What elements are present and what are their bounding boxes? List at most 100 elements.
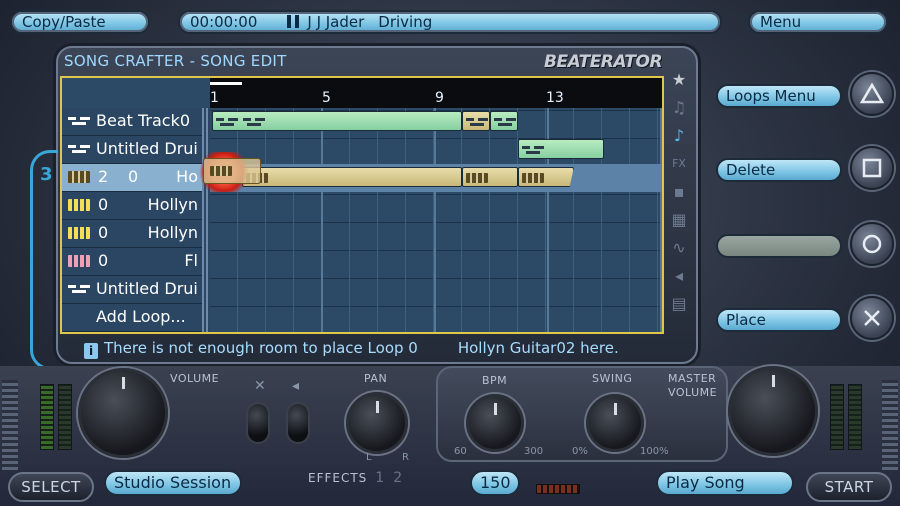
cross-icon: [864, 310, 880, 326]
keys-icon-pink: [68, 255, 90, 267]
volume-knob[interactable]: [78, 368, 168, 458]
effect-toggle-2[interactable]: [286, 402, 310, 444]
square-icon: [862, 158, 882, 178]
status-text-2: Hollyn Guitar02 here.: [457, 339, 619, 357]
mute-icon: ✕: [254, 378, 266, 394]
grid-icon[interactable]: ▤: [668, 294, 690, 314]
track-row[interactable]: 0 Fl: [62, 248, 202, 276]
start-button[interactable]: START: [806, 472, 892, 502]
track-name: Fl: [184, 251, 198, 270]
master-label: MASTER: [668, 372, 717, 385]
keys-icon: [210, 166, 232, 176]
keys-mode-icon[interactable]: ▦: [668, 210, 690, 230]
bpm-knob[interactable]: [466, 394, 524, 452]
studio-session-button[interactable]: Studio Session: [104, 470, 242, 496]
loop-clip[interactable]: [490, 111, 518, 131]
drum-pad-icon[interactable]: ▪: [668, 182, 690, 202]
timeline-ruler[interactable]: 1 5 9 13: [210, 78, 662, 108]
bpm-min: 60: [454, 446, 467, 457]
circle-button[interactable]: [850, 222, 894, 266]
speaker-icon: ◂: [292, 378, 300, 394]
track-name: Beat Track0: [96, 111, 191, 130]
track-row[interactable]: Untitled Drui: [62, 276, 202, 304]
drum-icon: [522, 145, 544, 155]
speaker-grille-left: [2, 380, 18, 470]
song-name: Driving: [378, 13, 433, 31]
keys-icon: [68, 171, 90, 183]
play-song-button[interactable]: Play Song: [656, 470, 794, 496]
track-divider: [202, 108, 210, 332]
song-editor: 1 5 9 13 Beat Track0 Untitled Drui 2 0 H…: [60, 76, 664, 334]
dragged-loop-ghost[interactable]: [203, 158, 261, 184]
track-row[interactable]: Untitled Drui: [62, 136, 202, 164]
track-number: 2: [98, 167, 109, 186]
swing-max: 100%: [640, 446, 669, 457]
menu-button[interactable]: Menu: [748, 10, 888, 34]
track-name: Hollyn: [147, 223, 198, 242]
music-note-icon[interactable]: ♪: [668, 126, 690, 146]
track-row[interactable]: 0 Hollyn: [62, 192, 202, 220]
loop-clip[interactable]: [518, 167, 574, 187]
star-icon[interactable]: ★: [668, 70, 690, 90]
swing-knob[interactable]: [586, 394, 644, 452]
ruler-label: 9: [435, 90, 444, 106]
fx-icon[interactable]: FX: [668, 154, 690, 174]
delete-button[interactable]: Delete: [716, 158, 842, 182]
swing-label: SWING: [592, 372, 633, 385]
drum-icon: [494, 117, 516, 127]
track-number: 0: [98, 195, 109, 214]
bpm-label: BPM: [482, 374, 508, 387]
level-meter-right-2: [848, 384, 862, 450]
effect-toggle-1[interactable]: [246, 402, 270, 444]
track-octave: 0: [128, 167, 139, 186]
speaker-grille-right: [882, 380, 898, 470]
blank-action-button[interactable]: [716, 234, 842, 258]
effects-slot-1: 1: [375, 470, 386, 486]
pause-icon: [287, 15, 300, 28]
pan-left-label: L: [366, 452, 372, 463]
copy-paste-button[interactable]: Copy/Paste: [10, 10, 150, 34]
triangle-icon: [860, 82, 884, 104]
keys-icon: [68, 227, 90, 239]
level-meter-right: [830, 384, 844, 450]
keys-icon: [466, 173, 488, 183]
loop-clip[interactable]: [462, 111, 490, 131]
place-button[interactable]: Place: [716, 308, 842, 332]
bpm-value[interactable]: 150: [470, 470, 520, 496]
loop-clip[interactable]: [212, 111, 462, 131]
track-name: Untitled Drui: [96, 139, 198, 158]
track-row[interactable]: Beat Track0: [62, 108, 202, 136]
cross-button[interactable]: [850, 296, 894, 340]
drum-icon: [68, 143, 90, 155]
master-volume-knob[interactable]: [728, 366, 818, 456]
track-row[interactable]: 0 Hollyn: [62, 220, 202, 248]
pan-label: PAN: [364, 372, 388, 385]
status-text: There is not enough room to place Loop 0: [104, 339, 418, 357]
triangle-button[interactable]: [850, 72, 894, 116]
circle-icon: [862, 234, 882, 254]
loop-clip[interactable]: [242, 167, 462, 187]
select-button[interactable]: SELECT: [8, 472, 94, 502]
loop-clip[interactable]: [518, 139, 604, 159]
track-row-selected[interactable]: 2 0 Ho: [62, 164, 202, 192]
drum-icon: [68, 283, 90, 295]
drum-icon: [466, 117, 488, 127]
track-list: Beat Track0 Untitled Drui 2 0 Ho 0 Holly…: [62, 108, 202, 332]
drum-icon: [216, 117, 238, 127]
add-loop-row[interactable]: Add Loop...: [62, 304, 202, 332]
pan-right-label: R: [402, 452, 409, 463]
selected-track-number: 3: [40, 164, 53, 185]
loop-clip[interactable]: [462, 167, 518, 187]
keys-icon: [522, 173, 544, 183]
loops-menu-button[interactable]: Loops Menu: [716, 84, 842, 108]
track-number: 0: [98, 251, 109, 270]
effects-slot-2: 2: [393, 470, 404, 486]
pan-knob[interactable]: [346, 392, 408, 454]
speaker-icon[interactable]: ◂: [668, 266, 690, 286]
headphones-icon[interactable]: ♫: [668, 98, 690, 118]
square-button[interactable]: [850, 146, 894, 190]
drum-icon: [68, 115, 90, 127]
waveform-icon[interactable]: ∿: [668, 238, 690, 258]
playhead-marker[interactable]: [210, 82, 242, 85]
level-meter-left: [40, 384, 54, 450]
